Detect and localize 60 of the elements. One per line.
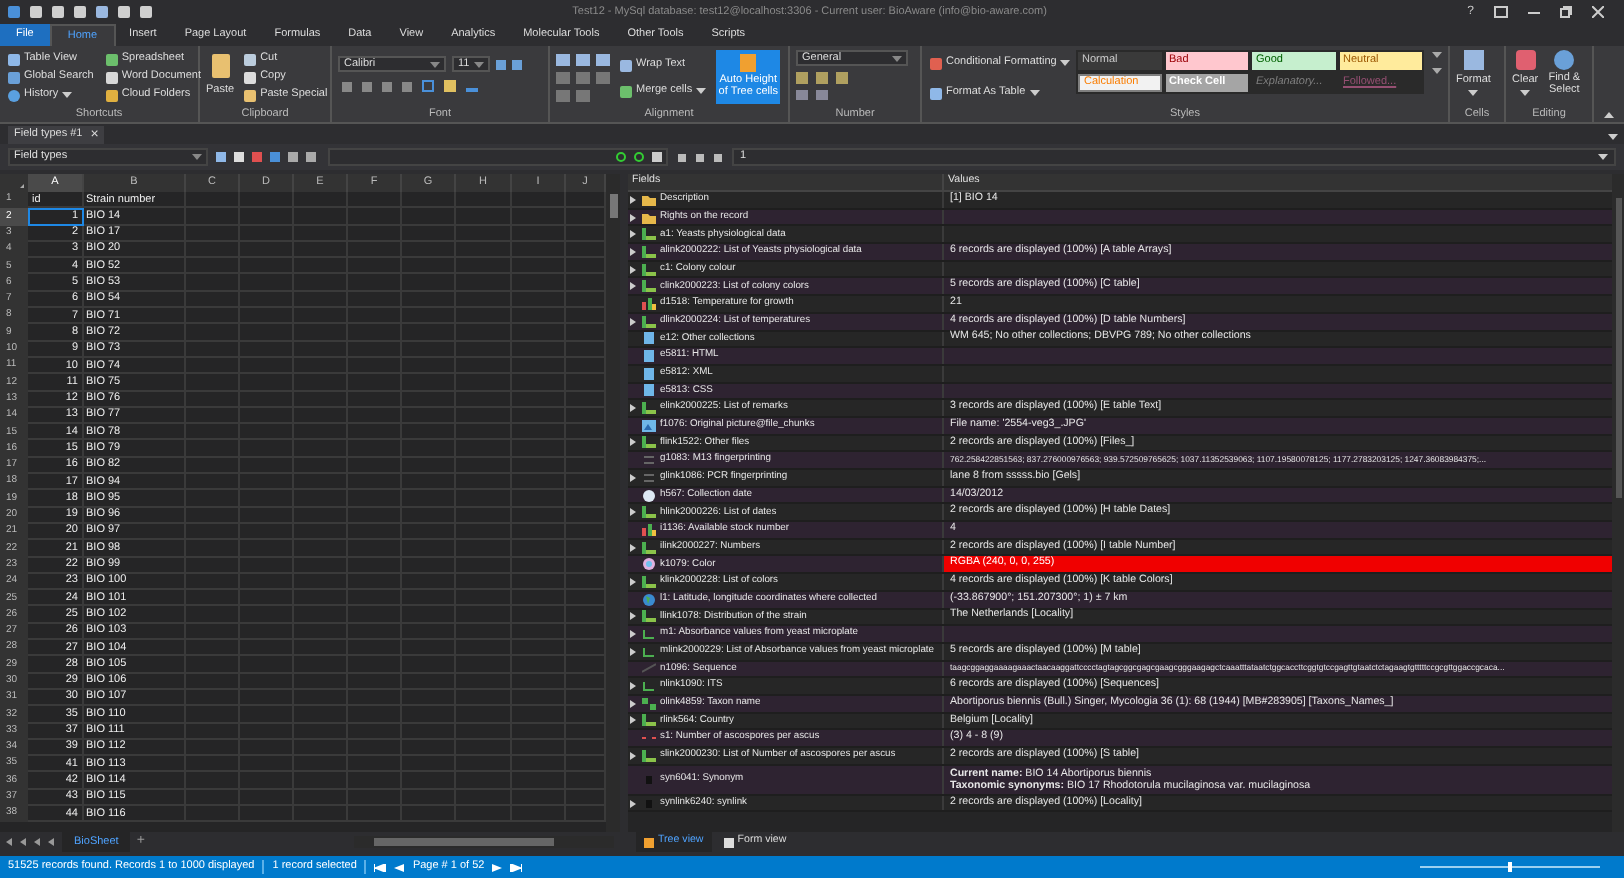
expand-arrow-icon[interactable] <box>630 799 638 808</box>
scrollbar-thumb[interactable] <box>374 838 554 846</box>
plot-icon <box>642 680 656 693</box>
sequence-icon <box>642 662 656 675</box>
borders-icon[interactable] <box>422 80 434 92</box>
table-cell <box>348 192 402 209</box>
caret-icon[interactable] <box>1608 134 1618 140</box>
caret-icon[interactable] <box>1060 60 1071 66</box>
table-cell <box>240 192 294 209</box>
caret-icon[interactable] <box>192 154 202 160</box>
color-wheel-icon <box>642 558 656 571</box>
expand-arrow-icon[interactable] <box>630 438 638 447</box>
caret-icon[interactable] <box>1520 90 1531 97</box>
expand-arrow-icon[interactable] <box>630 508 638 517</box>
caret-icon[interactable] <box>892 55 902 61</box>
table-cell <box>456 192 512 209</box>
first-sheet-icon[interactable] <box>6 838 14 846</box>
expand-arrow-icon[interactable] <box>630 543 638 552</box>
minimize-icon[interactable] <box>1528 6 1540 18</box>
image-icon <box>642 419 656 432</box>
expand-arrow-icon[interactable] <box>630 473 638 482</box>
caret-icon[interactable] <box>1468 90 1479 97</box>
gel-icon <box>642 471 656 484</box>
next-sheet-icon[interactable] <box>34 838 42 846</box>
caret-icon[interactable] <box>62 92 73 98</box>
vertical-scrollbar[interactable] <box>1612 174 1624 832</box>
expand-arrow-icon[interactable] <box>630 404 638 413</box>
previous-sheet-icon[interactable] <box>20 838 28 846</box>
previous-page-icon[interactable] <box>394 863 405 871</box>
scrollbar-thumb[interactable] <box>1615 198 1621 498</box>
scrollbar-thumb[interactable] <box>609 194 617 218</box>
last-sheet-icon[interactable] <box>48 838 56 846</box>
vertical-scrollbar[interactable] <box>606 174 620 832</box>
bar-chart-icon <box>642 297 656 310</box>
refresh-icon[interactable] <box>616 152 626 162</box>
expand-arrow-icon[interactable] <box>630 577 638 586</box>
restore-icon[interactable] <box>1560 6 1572 18</box>
table-cell <box>512 192 566 209</box>
close-icon[interactable] <box>1592 6 1604 18</box>
table-cell <box>402 192 456 209</box>
ribbon-display-icon[interactable] <box>1494 6 1508 18</box>
range-icon <box>642 732 656 745</box>
caret-icon[interactable] <box>474 61 484 67</box>
caret-icon[interactable] <box>1598 154 1608 160</box>
expand-arrow-icon[interactable] <box>630 751 638 760</box>
collapse-ribbon-icon[interactable] <box>1604 112 1614 118</box>
expand-arrow-icon[interactable] <box>630 317 638 326</box>
next-page-icon[interactable] <box>492 863 503 871</box>
database-icon[interactable] <box>8 6 20 18</box>
reload-icon[interactable] <box>634 152 644 162</box>
caret-icon[interactable] <box>430 61 440 67</box>
gel-icon <box>642 454 656 467</box>
caret-icon[interactable] <box>1029 90 1040 96</box>
bar-chart-icon <box>642 523 656 536</box>
globe-icon <box>642 593 656 606</box>
first-page-icon[interactable] <box>374 863 387 871</box>
horizontal-scrollbar[interactable] <box>354 836 614 848</box>
last-page-icon[interactable] <box>510 863 523 871</box>
table-cell <box>294 192 348 209</box>
caret-icon[interactable] <box>696 88 707 94</box>
